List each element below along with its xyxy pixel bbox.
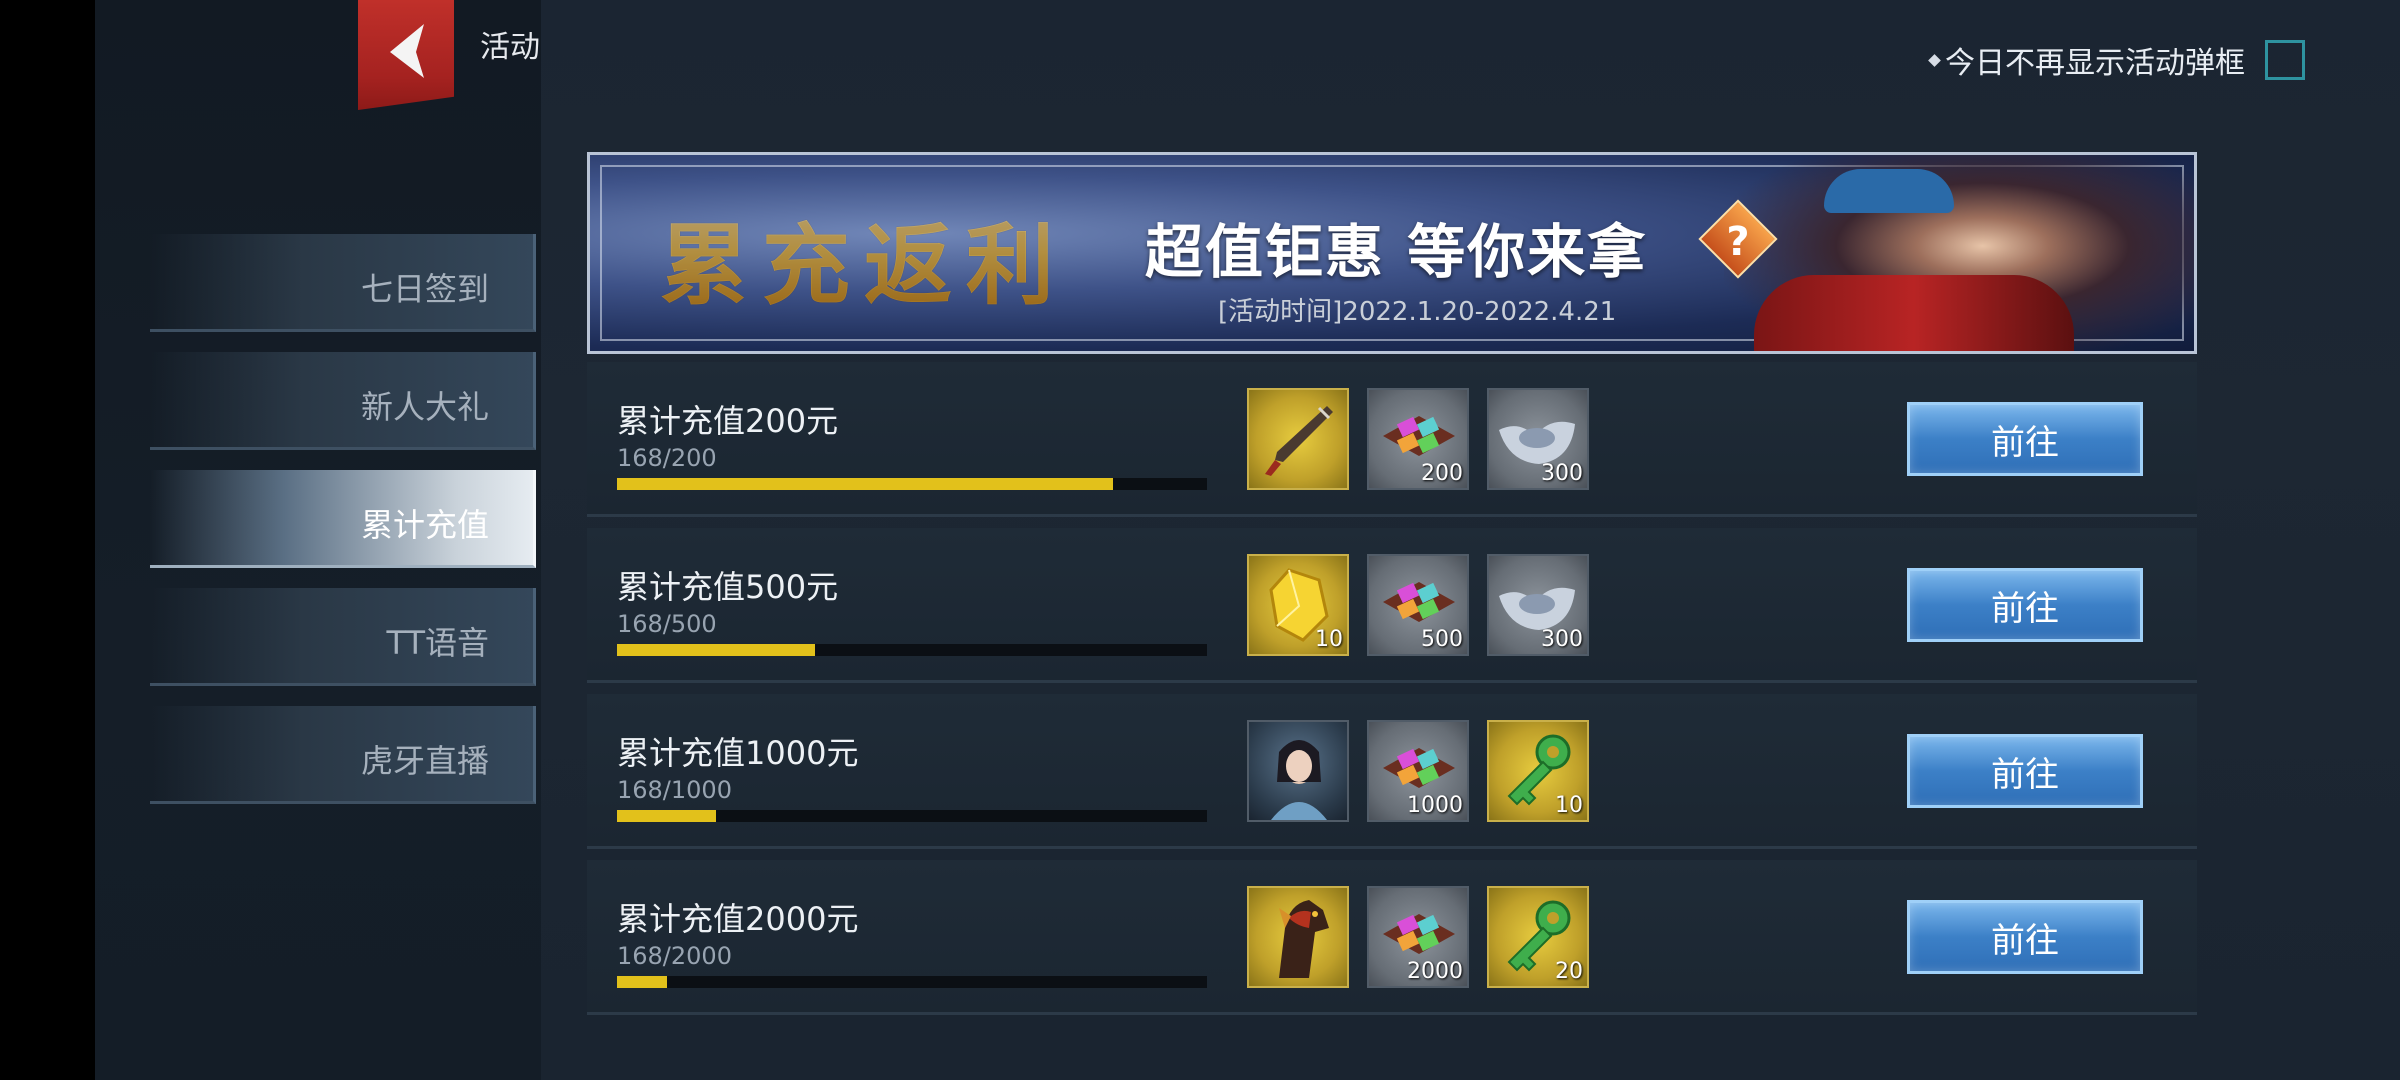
progress-bar bbox=[617, 478, 1207, 490]
row-title: 累计充值1000元 bbox=[617, 734, 859, 772]
sidebar-item-huya-live[interactable]: 虎牙直播 bbox=[150, 706, 536, 804]
sidebar-item-label: 虎牙直播 bbox=[360, 742, 489, 780]
row-title: 累计充值500元 bbox=[617, 568, 839, 606]
row-title: 累计充值2000元 bbox=[617, 900, 859, 938]
goto-button[interactable]: 前往 bbox=[1907, 402, 2143, 476]
progress-bar-fill bbox=[617, 810, 717, 822]
sidebar-item-label: TT语音 bbox=[386, 624, 489, 662]
gem-box-icon[interactable]: 1000 bbox=[1367, 720, 1469, 822]
reward-row: 累计充值1000元 168/1000 1000 10 前往 bbox=[587, 694, 2197, 849]
sidebar-item-seven-day-checkin[interactable]: 七日签到 bbox=[150, 234, 536, 332]
back-button[interactable] bbox=[358, 0, 454, 110]
green-key-icon[interactable]: 20 bbox=[1487, 886, 1589, 988]
reward-qty: 300 bbox=[1541, 627, 1583, 652]
diamond-bullet-icon bbox=[1928, 53, 1941, 67]
progress-bar-fill bbox=[617, 976, 667, 988]
silver-ingot-icon[interactable]: 300 bbox=[1487, 388, 1589, 490]
sidebar-item-cumulative-recharge[interactable]: 累计充值 bbox=[150, 470, 536, 568]
activity-screen: 活动 今日不再显示活动弹框 七日签到 新人大礼 累计充值 TT语音 虎牙直播 累… bbox=[0, 0, 2400, 1080]
reward-qty: 10 bbox=[1315, 627, 1343, 652]
hide-popup-checkbox[interactable] bbox=[2265, 40, 2305, 80]
reward-row: 累计充值200元 168/200 200 300 前往 bbox=[587, 362, 2197, 517]
reward-qty: 10 bbox=[1555, 793, 1583, 818]
reward-qty: 20 bbox=[1555, 959, 1583, 984]
banner-title: 累充返利 bbox=[660, 195, 1068, 322]
reward-qty: 500 bbox=[1421, 627, 1463, 652]
sidebar-item-label: 新人大礼 bbox=[360, 388, 489, 426]
goto-button[interactable]: 前往 bbox=[1907, 568, 2143, 642]
row-title: 累计充值200元 bbox=[617, 402, 839, 440]
reward-qty: 200 bbox=[1421, 461, 1463, 486]
sidebar-item-newbie-gift[interactable]: 新人大礼 bbox=[150, 352, 536, 450]
back-arrow-icon bbox=[390, 24, 424, 78]
yellow-crystal-icon[interactable]: 10 bbox=[1247, 554, 1349, 656]
sidebar-item-tt-voice[interactable]: TT语音 bbox=[150, 588, 536, 686]
character-portrait-icon[interactable] bbox=[1247, 720, 1349, 822]
gem-box-icon[interactable]: 500 bbox=[1367, 554, 1469, 656]
reward-qty: 2000 bbox=[1407, 959, 1463, 984]
goto-button-label: 前往 bbox=[1991, 754, 2059, 795]
hide-popup-toggle[interactable]: 今日不再显示活动弹框 bbox=[1928, 38, 2305, 82]
reward-qty: 300 bbox=[1541, 461, 1583, 486]
page-title: 活动 bbox=[480, 30, 540, 65]
goto-button-label: 前往 bbox=[1991, 588, 2059, 629]
sidebar-item-label: 七日签到 bbox=[360, 270, 489, 308]
reward-row: 累计充值500元 168/500 10 500 300 前往 bbox=[587, 528, 2197, 683]
green-key-icon[interactable]: 10 bbox=[1487, 720, 1589, 822]
event-date: [活动时间]2022.1.20-2022.4.21 bbox=[1218, 297, 1617, 327]
reward-qty: 1000 bbox=[1407, 793, 1463, 818]
event-banner: 累充返利 超值钜惠 等你来拿 ? [活动时间]2022.1.20-2022.4.… bbox=[587, 152, 2197, 354]
horse-mount-icon[interactable] bbox=[1247, 886, 1349, 988]
gem-box-icon[interactable]: 200 bbox=[1367, 388, 1469, 490]
progress-bar bbox=[617, 976, 1207, 988]
goto-button-label: 前往 bbox=[1991, 920, 2059, 961]
progress-bar bbox=[617, 810, 1207, 822]
sidebar-item-label: 累计充值 bbox=[360, 506, 489, 544]
help-icon-glyph: ? bbox=[1726, 218, 1750, 265]
progress-bar-fill bbox=[617, 478, 1113, 490]
row-progress-text: 168/2000 bbox=[617, 942, 732, 970]
row-progress-text: 168/500 bbox=[617, 610, 717, 638]
progress-bar-fill bbox=[617, 644, 816, 656]
gem-box-icon[interactable]: 2000 bbox=[1367, 886, 1469, 988]
goto-button[interactable]: 前往 bbox=[1907, 734, 2143, 808]
banner-slogan: 超值钜惠 等你来拿 bbox=[1145, 218, 1648, 286]
goto-button-label: 前往 bbox=[1991, 422, 2059, 463]
reward-row: 累计充值2000元 168/2000 2000 20 前往 bbox=[587, 860, 2197, 1015]
dagger-icon[interactable] bbox=[1247, 388, 1349, 490]
left-edge bbox=[0, 0, 95, 1080]
row-progress-text: 168/200 bbox=[617, 444, 717, 472]
row-progress-text: 168/1000 bbox=[617, 776, 732, 804]
hide-popup-label: 今日不再显示活动弹框 bbox=[1945, 46, 2245, 81]
progress-bar bbox=[617, 644, 1207, 656]
goto-button[interactable]: 前往 bbox=[1907, 900, 2143, 974]
hero-robe bbox=[1754, 275, 2074, 351]
silver-ingot-icon[interactable]: 300 bbox=[1487, 554, 1589, 656]
hero-headband bbox=[1824, 169, 1954, 213]
